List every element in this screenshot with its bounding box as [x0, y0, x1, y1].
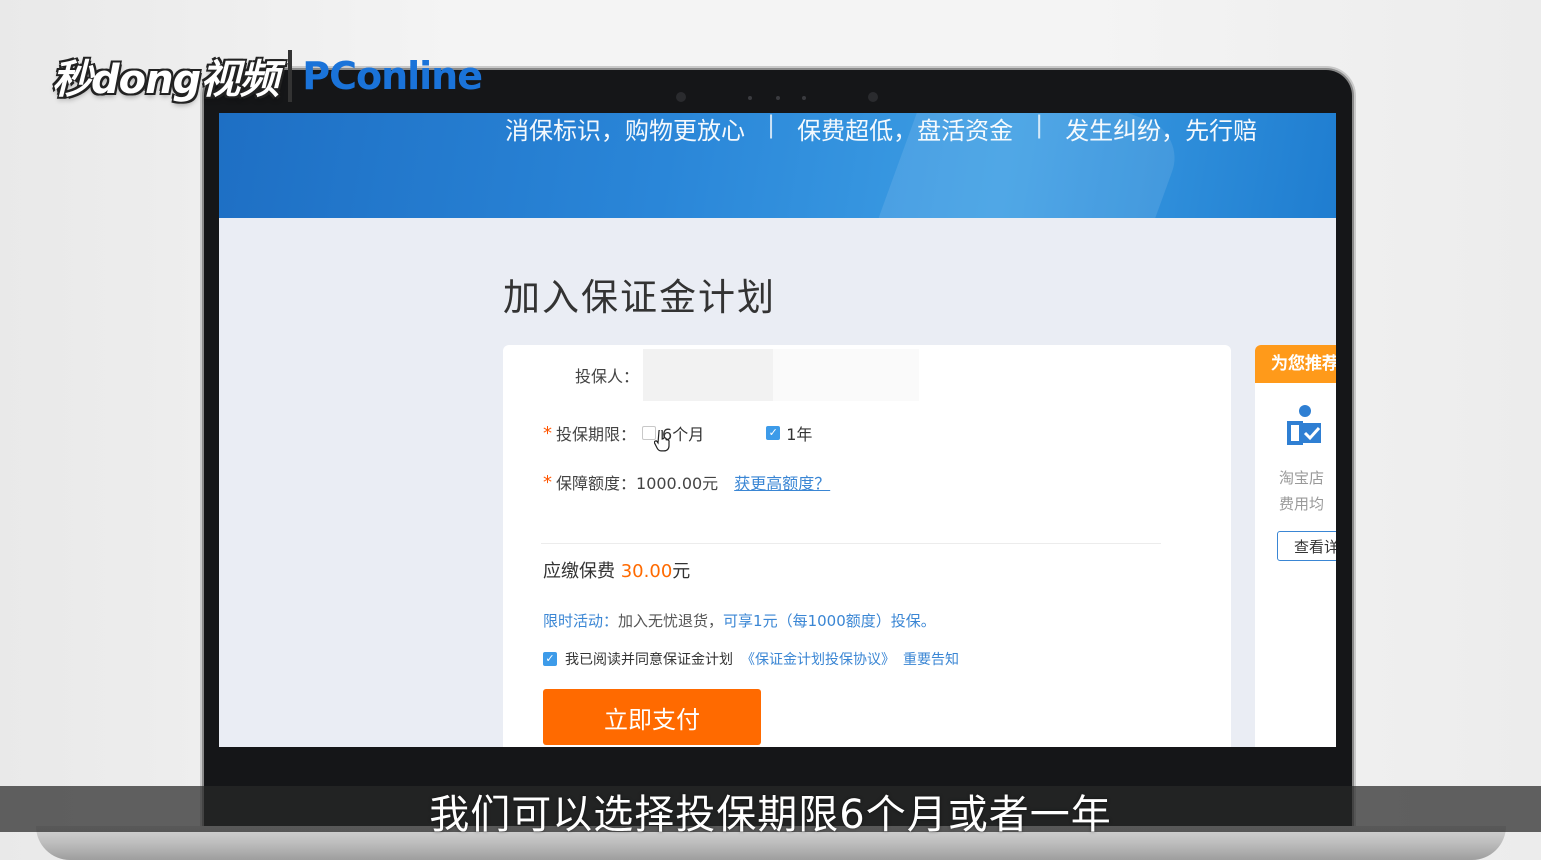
banner-slogans: 消保标识，购物更放心 | 保费超低，盘活资金 | 发生纠纷，先行赔 — [505, 113, 1257, 146]
insured-label: 投保人： — [575, 367, 640, 386]
agree-checkbox[interactable]: ✓ — [543, 652, 557, 666]
insured-name-field-ext — [773, 349, 920, 401]
insured-row: 投保人： — [575, 349, 920, 401]
video-subtitle: 我们可以选择投保期限6个月或者一年 — [429, 792, 1112, 838]
fee-label: 应缴保费 — [543, 561, 615, 582]
recommend-text-line2: 费用均 — [1279, 495, 1325, 513]
notice-link[interactable]: 重要告知 — [903, 649, 959, 669]
page-title: 加入保证金计划 — [503, 276, 776, 319]
period-option-1year[interactable]: ✓ 1年 — [766, 421, 812, 445]
user-shield-icon — [1285, 403, 1325, 454]
camera-sensor-3 — [802, 96, 806, 100]
watermark-logo: 秒dong视频 PConline — [52, 46, 483, 106]
insured-name-field — [643, 349, 774, 401]
period-option-6months[interactable]: 6个月 — [642, 421, 704, 445]
promo-prefix: 限时活动： — [543, 612, 619, 630]
agree-text: 我已阅读并同意保证金计划 — [565, 652, 733, 668]
coverage-value: 1000.00元 — [636, 474, 719, 493]
coverage-row: * 保障额度： 1000.00元 获更高额度？ — [543, 470, 830, 494]
required-asterisk: * — [543, 471, 552, 493]
banner-separator: | — [1035, 113, 1044, 139]
recommend-header: 为您推荐 — [1255, 345, 1336, 383]
promo-mid: 加入无忧退货， — [618, 612, 724, 630]
browser-screen: 消保标识，购物更放心 | 保费超低，盘活资金 | 发生纠纷，先行赔 加入保证金计… — [219, 113, 1336, 747]
coverage-label: 保障额度： — [556, 474, 637, 493]
hand-pointer-cursor-icon — [653, 428, 670, 457]
camera-sensor-1 — [748, 96, 752, 100]
period-label: 投保期限： — [556, 425, 637, 444]
form-divider — [541, 543, 1161, 544]
fee-unit: 元 — [672, 561, 691, 582]
watermark-divider — [288, 50, 293, 102]
recommend-panel: 为您推荐 淘宝店 费用均 查看详 — [1255, 345, 1336, 747]
period-row: * 投保期限： 6个月 ✓ 1年 — [543, 421, 812, 445]
required-asterisk: * — [543, 422, 552, 444]
checkbox-1year[interactable]: ✓ — [766, 426, 781, 440]
pay-now-button[interactable]: 立即支付 — [543, 689, 761, 745]
fee-amount: 30.00 — [620, 561, 673, 582]
recommend-text: 淘宝店 费用均 — [1279, 465, 1324, 517]
banner-slogan-2: 保费超低，盘活资金 — [797, 117, 1014, 145]
enrollment-form: 投保人： * 投保期限： 6个月 ✓ 1年 * 保障额度： 1000.00元 获… — [503, 345, 1231, 747]
higher-coverage-link[interactable]: 获更高额度？ — [734, 470, 830, 494]
camera-dot-right — [868, 92, 878, 102]
camera-dot-left — [676, 92, 686, 102]
premium-fee: 应缴保费 30.00元 — [543, 557, 690, 583]
agreement-row: ✓ 我已阅读并同意保证金计划 《保证金计划投保协议》 重要告知 — [543, 649, 959, 669]
agreement-link[interactable]: 《保证金计划投保协议》 — [741, 649, 895, 669]
period-1year-label: 1年 — [786, 425, 813, 444]
watermark-miaodong: 秒dong视频 — [52, 57, 279, 103]
watermark-pconline: PConline — [302, 54, 483, 98]
promo-suffix: 可享1元（每1000额度）投保。 — [723, 612, 936, 630]
banner-separator: | — [767, 113, 776, 139]
promo-notice: 限时活动：加入无忧退货，可享1元（每1000额度）投保。 — [543, 610, 936, 631]
recommend-text-line1: 淘宝店 — [1279, 469, 1325, 487]
banner-slogan-3: 发生纠纷，先行赔 — [1065, 117, 1258, 145]
camera-sensor-2 — [776, 96, 780, 100]
promo-banner: 消保标识，购物更放心 | 保费超低，盘活资金 | 发生纠纷，先行赔 — [219, 113, 1336, 218]
banner-slogan-1: 消保标识，购物更放心 — [505, 117, 745, 145]
view-details-button[interactable]: 查看详 — [1277, 531, 1336, 561]
